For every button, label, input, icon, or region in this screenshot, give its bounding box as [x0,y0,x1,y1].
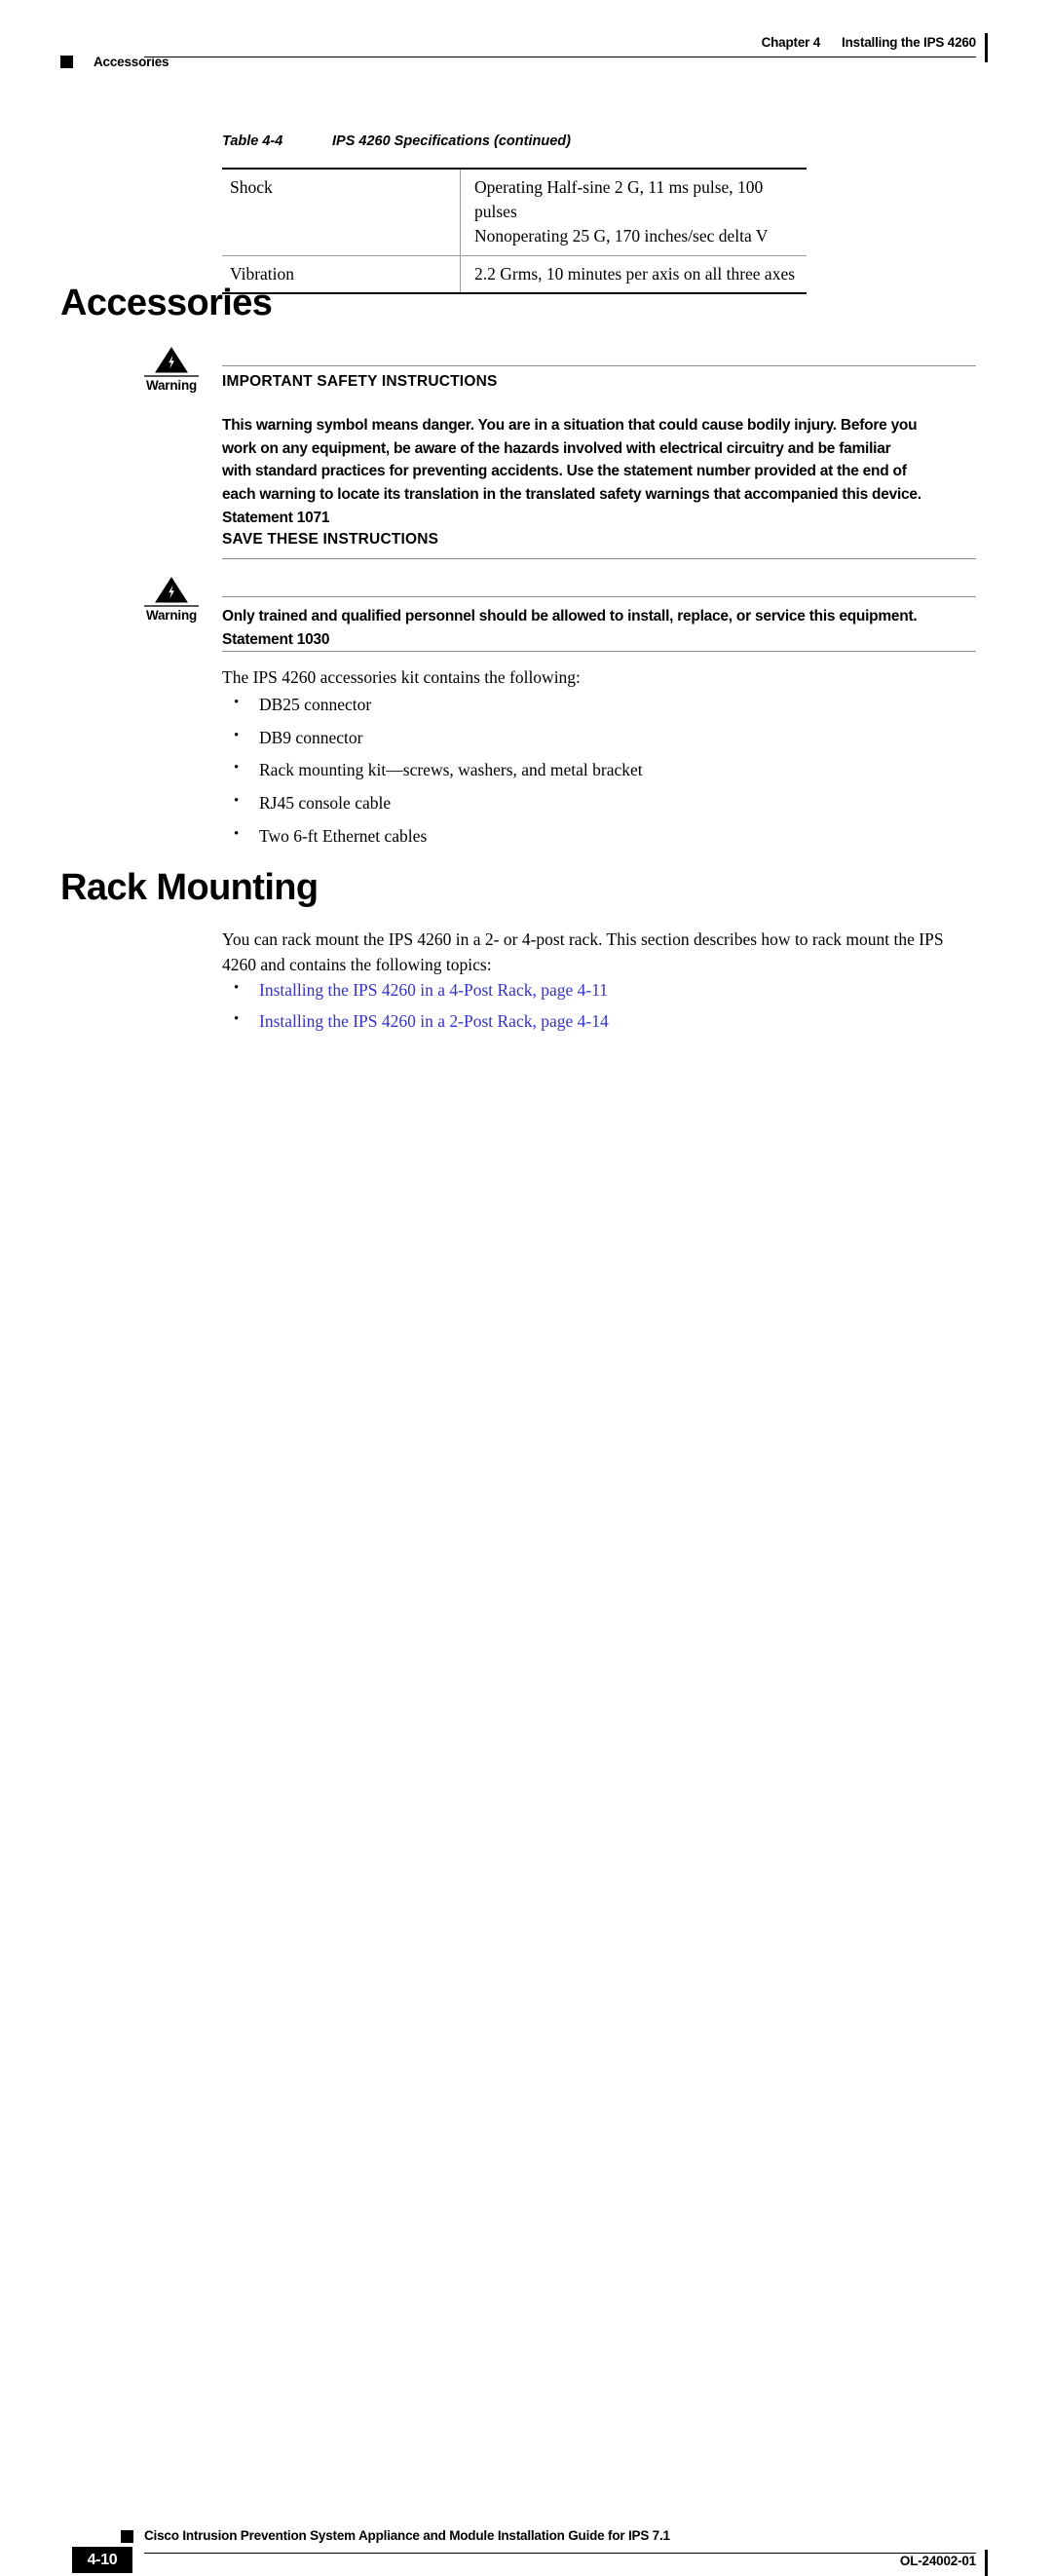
header-section-marker: Accessories [60,55,169,69]
warning-rule-bottom [222,558,976,559]
warning-heading: IMPORTANT SAFETY INSTRUCTIONS [222,373,498,390]
warning-rule-top [222,365,976,366]
list-item: RJ45 console cable [222,791,962,815]
footer-rule [144,2553,976,2554]
page-title-rack-mounting: Rack Mounting [60,867,319,908]
page-title-accessories: Accessories [60,283,273,323]
header-chapter-title: Installing the IPS 4260 [842,35,976,50]
square-bullet-icon [121,2530,133,2543]
list-item: DB9 connector [222,726,962,750]
warning-body: This warning symbol means danger. You ar… [222,414,976,530]
warning-icon-group: Warning [136,347,207,393]
rack-mounting-intro-paragraph: You can rack mount the IPS 4260 in a 2- … [222,929,944,974]
warning-icon-group: Warning [136,577,207,623]
header-end-bar [985,33,988,62]
accessories-list: DB25 connector DB9 connector Rack mounti… [222,693,962,857]
save-instructions-text: SAVE THESE INSTRUCTIONS [222,531,439,548]
table-caption-number: Table 4-4 [222,133,283,149]
footer-end-bar [985,2550,988,2576]
warning-triangle-icon [155,347,188,373]
square-bullet-icon [60,56,73,68]
xref-link-4post-rack[interactable]: Installing the IPS 4260 in a 4-Post Rack… [259,980,608,1000]
list-item: Rack mounting kit—screws, washers, and m… [222,758,962,782]
warning-triangle-icon [155,577,188,603]
list-item: Two 6-ft Ethernet cables [222,824,962,849]
table-cell-value-line: 2.2 Grms, 10 minutes per axis on all thr… [474,263,796,284]
page-footer: Cisco Intrusion Prevention System Applia… [0,1254,1052,2576]
footer-page-number: 4-10 [72,2547,132,2573]
warning-body-line: Statement 1030 [222,630,330,648]
xref-link-2post-rack[interactable]: Installing the IPS 4260 in a 2-Post Rack… [259,1011,609,1031]
warning-rule-top [222,596,976,597]
table-caption-title: IPS 4260 Specifications (continued) [332,133,571,149]
table-row: Shock Operating Half-sine 2 G, 11 ms pul… [222,169,808,256]
header-running-section: Accessories [94,55,169,69]
header-chapter-number: Chapter 4 [761,35,821,50]
table-cell-key: Shock [222,169,461,256]
specifications-table: Shock Operating Half-sine 2 G, 11 ms pul… [222,168,807,294]
table-row: Vibration 2.2 Grms, 10 minutes per axis … [222,255,808,294]
warning-body: Only trained and qualified personnel sho… [222,605,976,651]
header-chapter-info: Chapter 4 Installing the IPS 4260 [761,35,977,50]
warning-body-line: This warning symbol means danger. You ar… [222,417,918,434]
warning-rule-bottom [222,651,976,652]
page-header: Chapter 4 Installing the IPS 4260 Accesso… [0,0,1052,84]
warning-icon-underline [144,605,199,607]
warning-label: Warning [145,608,198,623]
warning-body-line: Statement 1071 [222,509,330,526]
warning-body-line: work on any equipment, be aware of the h… [222,439,891,457]
warning-body-line: with standard practices for preventing a… [222,463,907,480]
footer-guide-title: Cisco Intrusion Prevention System Applia… [144,2528,670,2543]
list-item: DB25 connector [222,693,962,717]
accessories-intro-paragraph: The IPS 4260 accessories kit contains th… [222,667,581,687]
list-item: Installing the IPS 4260 in a 4-Post Rack… [222,978,962,1003]
table-cell-value-line: Operating Half-sine 2 G, 11 ms pulse, 10… [474,177,764,221]
warning-body-line: Only trained and qualified personnel sho… [222,608,918,625]
rack-mounting-topic-list: Installing the IPS 4260 in a 4-Post Rack… [222,978,962,1041]
warning-label: Warning [145,378,198,393]
table-cell-value: Operating Half-sine 2 G, 11 ms pulse, 10… [461,169,808,255]
table-cell-value-line: Nonoperating 25 G, 170 inches/sec delta … [474,225,769,246]
footer-document-id: OL-24002-01 [899,2554,976,2568]
table-caption: Table 4-4 IPS 4260 Specifications (contin… [222,133,571,149]
table-cell-value: 2.2 Grms, 10 minutes per axis on all thr… [461,255,808,293]
warning-icon-underline [144,375,199,377]
save-instructions-wrap: SAVE THESE INSTRUCTIONS [222,531,976,549]
list-item: Installing the IPS 4260 in a 2-Post Rack… [222,1009,962,1034]
warning-body-line: each warning to locate its translation i… [222,486,921,504]
warning-heading-wrap: IMPORTANT SAFETY INSTRUCTIONS [222,373,976,391]
